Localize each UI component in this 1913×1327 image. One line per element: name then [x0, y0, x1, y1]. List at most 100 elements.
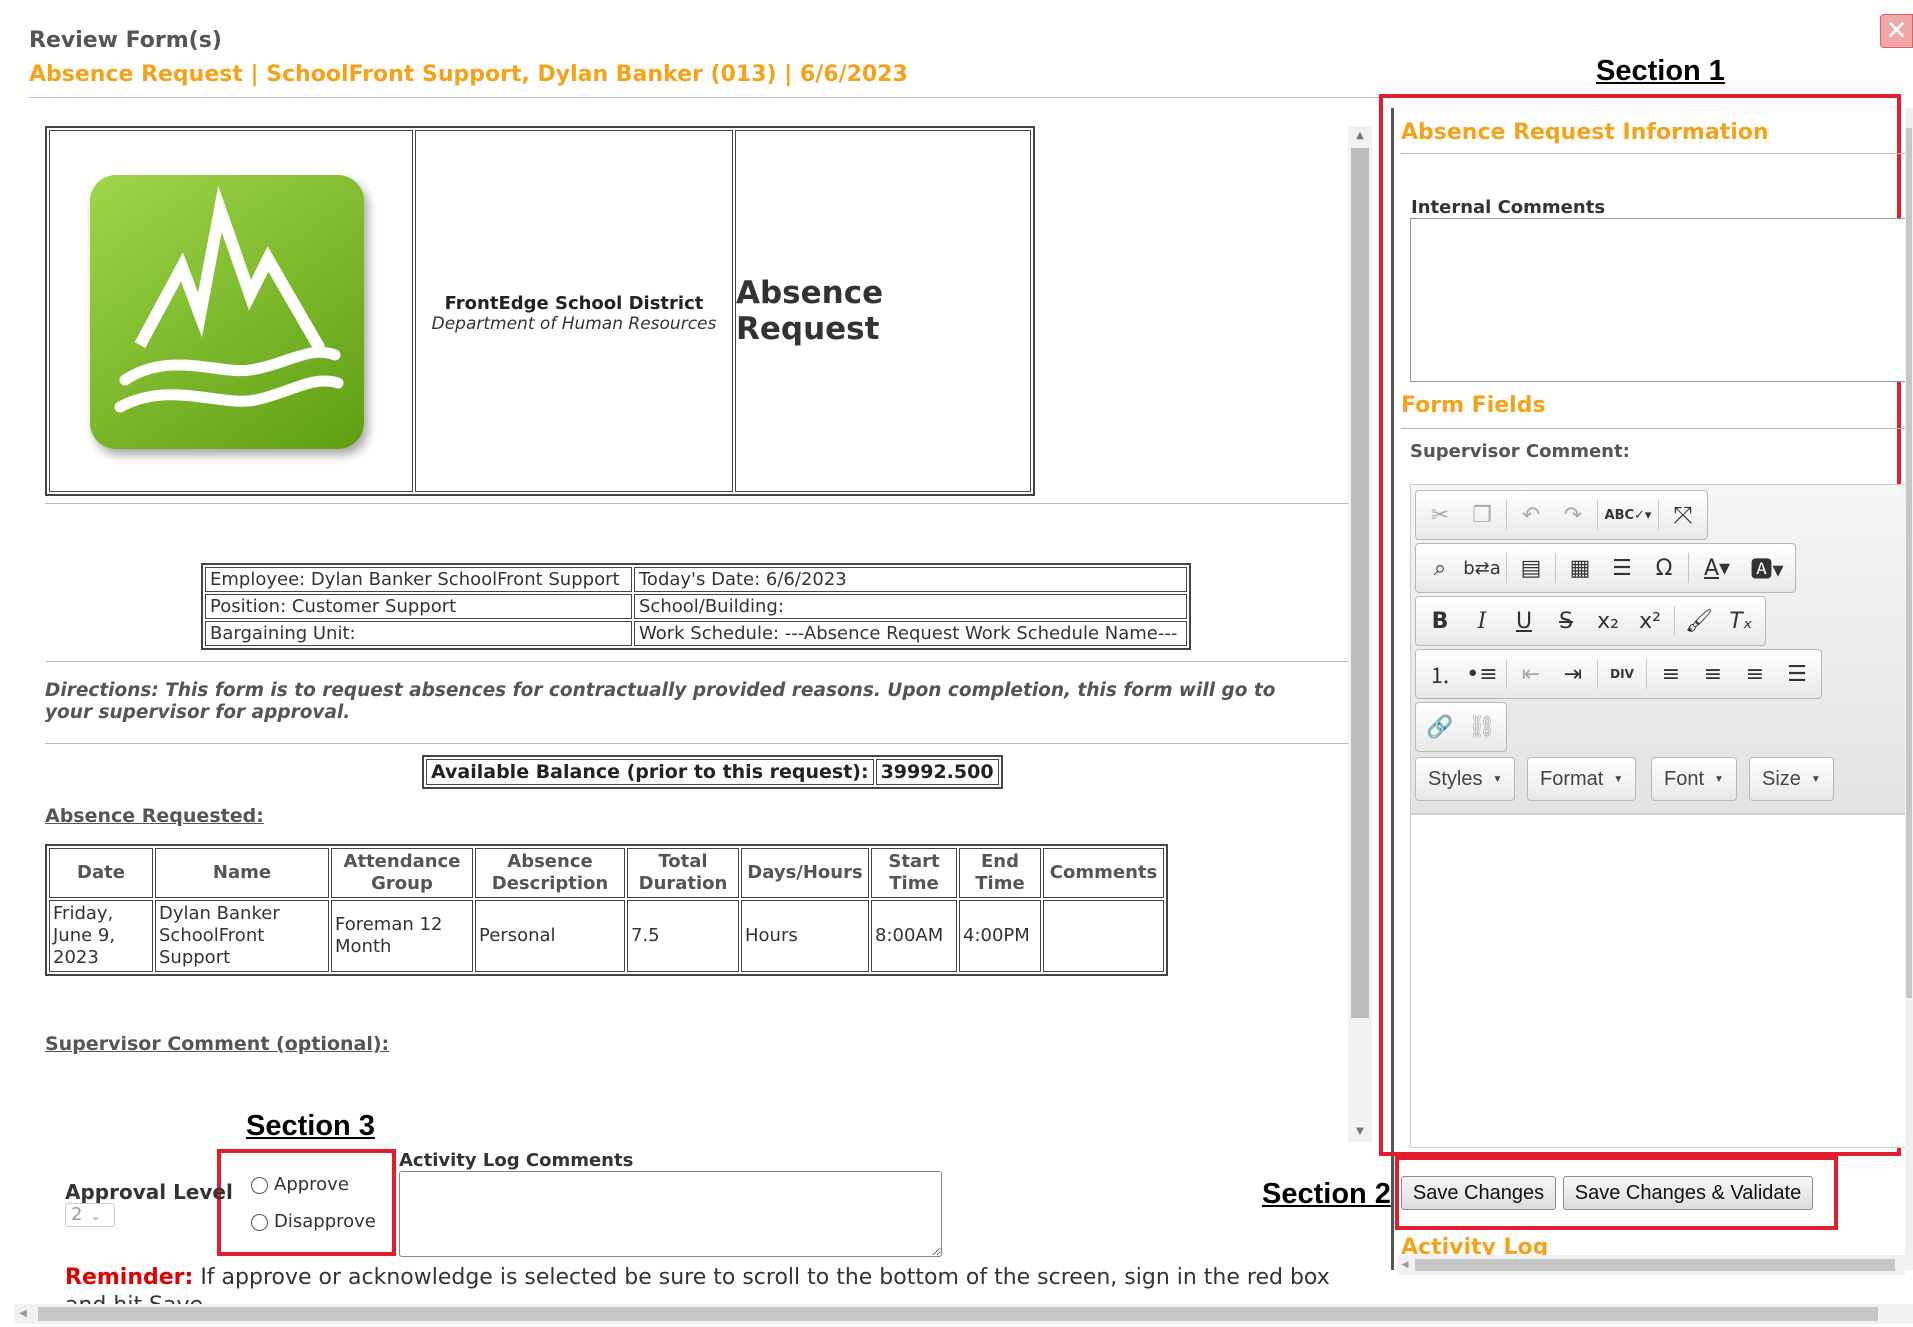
date-cell: Friday, June 9, 2023 — [49, 900, 153, 972]
numbered-list-icon[interactable]: ⒈ — [1419, 653, 1461, 695]
spellcheck-icon[interactable]: ABC✓▾ — [1601, 494, 1655, 536]
scrollbar-thumb[interactable] — [38, 1307, 1878, 1321]
approval-level-label: Approval Level — [65, 1180, 233, 1204]
text-color-icon[interactable]: A ▾ — [1692, 547, 1742, 589]
align-right-icon[interactable]: ≡ — [1734, 653, 1776, 695]
scroll-down-icon[interactable]: ▼ — [1348, 1122, 1372, 1142]
table-row: Friday, June 9, 2023 Dylan Banker School… — [49, 900, 1164, 972]
scroll-up-icon[interactable]: ▲ — [1348, 126, 1372, 146]
special-character-icon[interactable]: Ω — [1643, 547, 1685, 589]
divider — [45, 743, 1348, 744]
toolbar-group-clipboard: ✂ ❐ ↶ ↷ ABC✓▾ ⤧ — [1415, 490, 1708, 540]
decrease-indent-icon[interactable]: ⇤ — [1510, 653, 1552, 695]
form-title-cell: Absence Request — [735, 130, 1031, 492]
find-icon[interactable]: ⌕ — [1419, 547, 1461, 589]
scrollbar-thumb[interactable] — [1351, 148, 1369, 1018]
underline-icon[interactable]: U — [1503, 600, 1545, 642]
section-2-label: Section 2 — [1262, 1178, 1391, 1210]
justify-icon[interactable]: ☰ — [1776, 653, 1818, 695]
background-color-icon[interactable]: 🅰▾ — [1742, 547, 1792, 589]
align-left-icon[interactable]: ≡ — [1650, 653, 1692, 695]
dialog-title: Review Form(s) — [29, 28, 222, 53]
disapprove-radio[interactable]: Disapprove — [251, 1211, 376, 1232]
approve-radio[interactable]: Approve — [251, 1174, 349, 1195]
absence-requested-heading: Absence Requested: — [45, 805, 264, 827]
undo-icon[interactable]: ↶ — [1510, 494, 1552, 536]
total-duration-cell: 7.5 — [627, 900, 739, 972]
form-title: Absence Request — [736, 275, 884, 347]
header-divider — [29, 97, 1379, 98]
supervisor-comment-heading: Supervisor Comment (optional): — [45, 1033, 390, 1055]
replace-icon[interactable]: b⇄a — [1461, 547, 1503, 589]
scrollbar-thumb[interactable] — [1415, 1259, 1895, 1271]
create-div-icon[interactable]: DIV — [1601, 653, 1643, 695]
district-name: FrontEdge School District — [444, 292, 704, 314]
styles-dropdown[interactable]: Styles ▼ — [1415, 757, 1516, 801]
font-dropdown[interactable]: Font ▼ — [1651, 757, 1737, 801]
redo-icon[interactable]: ↷ — [1552, 494, 1594, 536]
superscript-icon[interactable]: x² — [1629, 600, 1671, 642]
end-time-cell: 4:00PM — [959, 900, 1041, 972]
copy-icon[interactable]: ❐ — [1461, 494, 1503, 536]
internal-comments-label: Internal Comments — [1411, 197, 1606, 218]
school-field: School/Building: — [634, 594, 1187, 619]
maximize-icon[interactable]: ⤧ — [1662, 494, 1704, 536]
increase-indent-icon[interactable]: ⇥ — [1552, 653, 1594, 695]
employee-info-table: Employee: Dylan Banker SchoolFront Suppo… — [201, 563, 1191, 650]
subscript-icon[interactable]: x₂ — [1587, 600, 1629, 642]
toolbar-group-links: 🔗 ⛓ — [1415, 702, 1507, 752]
absence-table: Date Name Attendance Group Absence Descr… — [45, 844, 1168, 976]
unlink-icon[interactable]: ⛓ — [1461, 706, 1503, 748]
divider — [1401, 153, 1913, 154]
mountain-logo-icon — [90, 175, 364, 449]
chevron-down-icon: ▼ — [1810, 773, 1821, 785]
todays-date-field: Today's Date: 6/6/2023 — [634, 567, 1187, 592]
column-header: Date — [49, 848, 153, 898]
scroll-left-icon[interactable]: ◀ — [14, 1304, 32, 1324]
column-header: End Time — [959, 848, 1041, 898]
size-dropdown[interactable]: Size ▼ — [1749, 757, 1834, 801]
toolbar-group-paragraph: ⒈ •≡ ⇤ ⇥ DIV ≡ ≡ ≡ ☰ — [1415, 649, 1822, 699]
bulleted-list-icon[interactable]: •≡ — [1461, 653, 1503, 695]
align-center-icon[interactable]: ≡ — [1692, 653, 1734, 695]
side-panel-horizontal-scrollbar[interactable]: ◀ — [1397, 1255, 1905, 1275]
info-heading: Absence Request Information — [1401, 120, 1769, 145]
page-horizontal-scrollbar[interactable]: ◀ — [14, 1304, 1913, 1324]
save-validate-button[interactable]: Save Changes & Validate — [1563, 1176, 1813, 1210]
format-dropdown[interactable]: Format ▼ — [1527, 757, 1637, 801]
remove-format-icon[interactable]: Tₓ — [1720, 600, 1762, 642]
link-icon[interactable]: 🔗 — [1419, 706, 1461, 748]
approval-level-select[interactable]: 2 ⌄ — [65, 1203, 115, 1227]
toolbar-group-basicstyles: B I U S x₂ x² 🖌 Tₓ — [1415, 596, 1766, 646]
bold-icon[interactable]: B — [1419, 600, 1461, 642]
side-panel-scrollbar[interactable] — [1905, 108, 1913, 1270]
attendance-group-cell: Foreman 12 Month — [331, 900, 473, 972]
section-1-label: Section 1 — [1596, 55, 1725, 87]
activity-comments-label: Activity Log Comments — [399, 1150, 634, 1171]
activity-comments-input[interactable] — [399, 1171, 942, 1257]
select-all-icon[interactable]: ▤ — [1510, 547, 1552, 589]
supervisor-comment-label: Supervisor Comment: — [1410, 441, 1630, 462]
internal-comments-input[interactable] — [1410, 218, 1913, 382]
scroll-left-icon[interactable]: ◀ — [1397, 1255, 1413, 1275]
table-icon[interactable]: ▦ — [1559, 547, 1601, 589]
scrollbar-thumb[interactable] — [1906, 128, 1912, 998]
copy-formatting-icon[interactable]: 🖌 — [1678, 600, 1720, 642]
radio-circle-icon[interactable] — [251, 1176, 268, 1194]
save-changes-button[interactable]: Save Changes — [1401, 1176, 1556, 1210]
strikethrough-icon[interactable]: S — [1545, 600, 1587, 642]
name-cell: Dylan Banker SchoolFront Support — [155, 900, 329, 972]
column-header: Attendance Group — [331, 848, 473, 898]
italic-icon[interactable]: I — [1461, 600, 1503, 642]
column-header: Total Duration — [627, 848, 739, 898]
toolbar-group-insert: ⌕ b⇄a ▤ ▦ ☰ Ω A ▾ 🅰▾ — [1415, 543, 1796, 593]
form-scrollbar[interactable]: ▲ ▼ — [1348, 126, 1372, 1142]
close-icon[interactable]: ✕ — [1880, 14, 1913, 48]
cut-icon[interactable]: ✂ — [1419, 494, 1461, 536]
radio-circle-icon[interactable] — [251, 1213, 268, 1231]
horizontal-line-icon[interactable]: ☰ — [1601, 547, 1643, 589]
chevron-down-icon: ▼ — [1714, 773, 1724, 785]
form-header: FrontEdge School District Department of … — [45, 126, 1035, 496]
supervisor-comment-editor[interactable] — [1410, 814, 1913, 1148]
form-fields-heading: Form Fields — [1401, 393, 1546, 418]
